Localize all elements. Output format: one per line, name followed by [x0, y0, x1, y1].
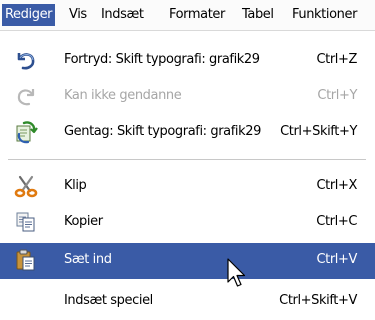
undo-icon: [17, 53, 35, 70]
menu-item-repeat[interactable]: Gentag: Skift typografi: grafik29 Ctrl+S…: [0, 115, 375, 151]
menu-item-shortcut: Ctrl+V: [316, 252, 357, 267]
menu-indsaet[interactable]: Indsæt: [98, 4, 147, 26]
menu-item-shortcut: Ctrl+C: [316, 214, 357, 229]
menu-item-copy[interactable]: Kopier Ctrl+C: [0, 205, 375, 241]
menu-item-redo: Kan ikke gendanne Ctrl+Y: [0, 79, 375, 115]
menu-item-label: Kan ikke gendanne: [64, 88, 182, 103]
menu-item-paste[interactable]: Sæt ind Ctrl+V: [0, 243, 375, 279]
menu-funktioner[interactable]: Funktioner: [289, 4, 360, 26]
menu-item-cut[interactable]: Klip Ctrl+X: [0, 169, 375, 205]
scissors-icon: [14, 175, 38, 198]
redo-icon: [17, 89, 35, 106]
menu-item-shortcut: Ctrl+Skift+V: [279, 293, 357, 308]
mouse-pointer-icon: [227, 258, 246, 287]
menu-item-shortcut: Ctrl+Skift+Y: [280, 124, 357, 139]
menu-formater[interactable]: Formater: [166, 4, 228, 26]
menu-item-label: Klip: [64, 178, 87, 193]
menu-separator: [8, 159, 366, 160]
menu-vis[interactable]: Vis: [66, 4, 90, 26]
menu-bar: Rediger Vis Indsæt Formater Tabel Funkti…: [0, 0, 375, 31]
menu-item-label: Fortryd: Skift typografi: grafik29: [64, 52, 260, 67]
menu-item-shortcut: Ctrl+Z: [316, 52, 357, 67]
menu-rediger[interactable]: Rediger: [2, 4, 56, 26]
menu-item-label: Gentag: Skift typografi: grafik29: [64, 124, 261, 139]
copy-icon: [16, 212, 35, 232]
edit-menu-dropdown: Fortryd: Skift typografi: grafik29 Ctrl+…: [0, 31, 375, 308]
menu-item-shortcut: Ctrl+X: [316, 178, 357, 193]
menu-tabel[interactable]: Tabel: [239, 4, 277, 26]
repeat-icon: [16, 121, 38, 144]
menu-item-label: Sæt ind: [64, 252, 112, 267]
menu-item-label: Indsæt speciel: [64, 293, 153, 308]
menu-item-paste-special[interactable]: Indsæt speciel Ctrl+Skift+V: [0, 284, 375, 320]
menu-item-label: Kopier: [64, 214, 103, 229]
paste-icon: [16, 249, 35, 271]
menu-item-shortcut: Ctrl+Y: [317, 88, 357, 103]
menu-item-undo[interactable]: Fortryd: Skift typografi: grafik29 Ctrl+…: [0, 43, 375, 79]
